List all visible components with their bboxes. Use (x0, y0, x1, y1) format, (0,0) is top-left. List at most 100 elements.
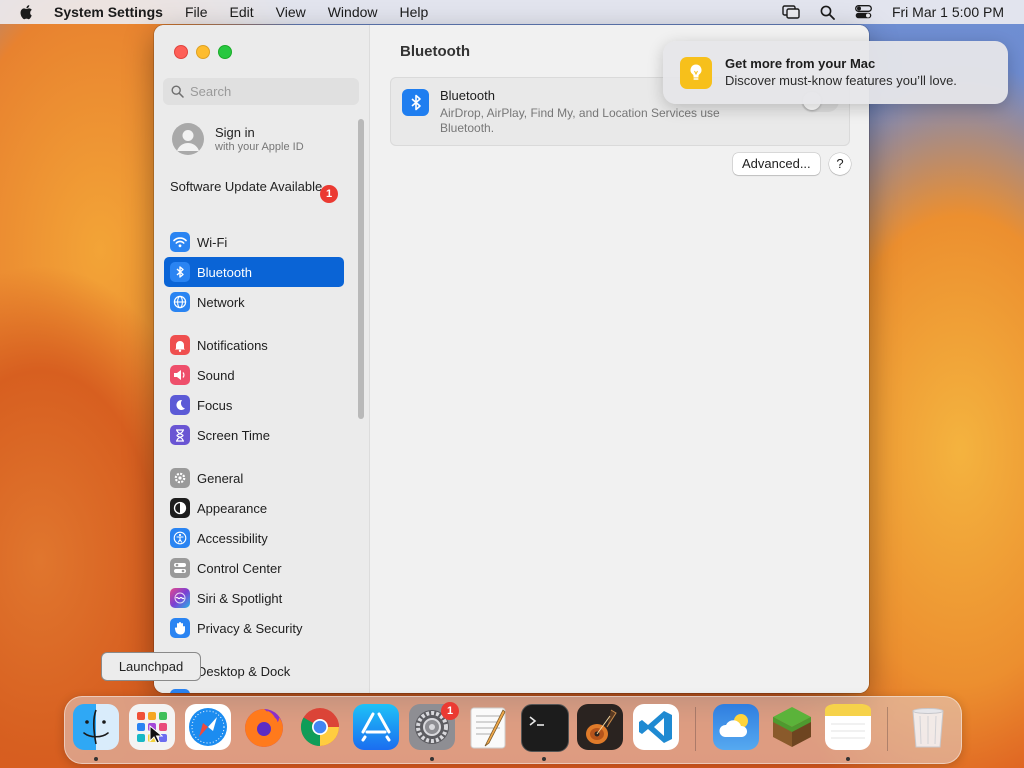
textedit-icon[interactable] (465, 704, 511, 750)
control-center-icon (170, 558, 190, 578)
sidebar-item-partial-icon (170, 689, 190, 693)
close-button[interactable] (174, 45, 188, 59)
spotlight-icon[interactable] (820, 5, 835, 20)
sidebar-item-privacy-security[interactable]: Privacy & Security (164, 613, 344, 643)
sign-in-subtitle: with your Apple ID (215, 141, 304, 153)
settings-badge: 1 (441, 702, 459, 720)
sidebar-item-focus[interactable]: Focus (164, 390, 344, 420)
update-badge: 1 (320, 185, 338, 203)
content-pane: Bluetooth Bluetooth AirDrop, AirPlay, Fi… (370, 25, 869, 693)
tips-lightbulb-icon (680, 57, 712, 89)
menu-edit[interactable]: Edit (230, 4, 254, 20)
hourglass-icon (170, 425, 190, 445)
gear-icon (170, 468, 190, 488)
settings-window: Search Sign in with your Apple ID Softwa… (154, 25, 869, 693)
sidebar-scrollbar[interactable] (358, 119, 364, 419)
sidebar-item-screen-time[interactable]: Screen Time (164, 420, 344, 450)
menu-help[interactable]: Help (400, 4, 429, 20)
notification-banner[interactable]: Get more from your Mac Discover must-kno… (663, 41, 1008, 104)
app-store-icon[interactable] (353, 704, 399, 750)
control-center-icon[interactable] (855, 5, 872, 19)
trash-icon[interactable] (905, 704, 951, 750)
sidebar-item-sound[interactable]: Sound (164, 360, 344, 390)
bluetooth-icon (402, 89, 429, 116)
screen-mirroring-icon[interactable] (782, 5, 800, 19)
avatar-icon (172, 123, 204, 155)
sidebar-item-label: Notifications (197, 337, 268, 353)
weather-icon[interactable] (713, 704, 759, 750)
sidebar-item-bluetooth[interactable]: Bluetooth (164, 257, 344, 287)
garageband-icon[interactable] (577, 704, 623, 750)
software-update-item[interactable]: Software Update Available (170, 179, 340, 195)
vscode-icon[interactable] (633, 704, 679, 750)
sign-in-item[interactable]: Sign in with your Apple ID (172, 123, 304, 155)
firefox-icon[interactable] (241, 704, 287, 750)
notification-body: Discover must-know features you’ll love. (725, 73, 957, 88)
window-controls (174, 45, 232, 59)
globe-icon (170, 292, 190, 312)
advanced-button[interactable]: Advanced... (733, 153, 820, 175)
sign-in-title: Sign in (215, 125, 255, 140)
apple-menu-icon[interactable] (18, 3, 36, 21)
sidebar-item-label: Privacy & Security (197, 620, 303, 636)
sidebar: Search Sign in with your Apple ID Softwa… (154, 25, 370, 693)
bell-icon (170, 335, 190, 355)
dock-separator (695, 707, 696, 751)
sidebar-item-label: Focus (197, 397, 233, 413)
running-indicator (430, 757, 434, 761)
page-title: Bluetooth (400, 43, 470, 60)
siri-icon (170, 588, 190, 608)
sidebar-item-label: Accessibility (197, 530, 268, 546)
menu-bar: System Settings File Edit View Window He… (0, 0, 1024, 24)
finder-icon[interactable] (73, 704, 119, 750)
sidebar-item-network[interactable]: Network (164, 287, 344, 317)
menu-file[interactable]: File (185, 4, 208, 20)
bluetooth-icon (170, 262, 190, 282)
menu-clock[interactable]: Fri Mar 1 5:00 PM (892, 4, 1004, 20)
search-input[interactable]: Search (163, 78, 359, 105)
sidebar-item-accessibility[interactable]: Accessibility (164, 523, 344, 553)
bluetooth-card-title: Bluetooth (440, 88, 495, 103)
sidebar-item-label: Siri & Spotlight (197, 590, 283, 606)
sidebar-item-label: Appearance (197, 500, 268, 516)
wifi-icon (170, 232, 190, 252)
search-icon (171, 85, 184, 98)
mouse-cursor-icon (149, 725, 163, 744)
notes-icon[interactable] (825, 704, 871, 750)
minimize-button[interactable] (196, 45, 210, 59)
sidebar-item-label: Sound (197, 367, 235, 383)
minecraft-icon[interactable] (769, 704, 815, 750)
running-indicator (846, 757, 850, 761)
sidebar-item-general[interactable]: General (164, 463, 344, 493)
sidebar-item-wifi[interactable]: Wi-Fi (164, 227, 344, 257)
menu-window[interactable]: Window (328, 4, 378, 20)
dock-separator (887, 707, 888, 751)
sidebar-item-label: Wi-Fi (197, 234, 228, 250)
bluetooth-card-description: AirDrop, AirPlay, Find My, and Location … (440, 106, 720, 135)
running-indicator (542, 757, 546, 761)
speaker-icon (170, 365, 190, 385)
notification-title: Get more from your Mac (725, 56, 876, 71)
menu-view[interactable]: View (276, 4, 306, 20)
safari-icon[interactable] (185, 704, 231, 750)
sidebar-item-label: General (197, 470, 244, 486)
chrome-icon[interactable] (297, 704, 343, 750)
dock: 1 (64, 696, 962, 764)
sidebar-item-label: Bluetooth (197, 264, 252, 280)
menu-app-name[interactable]: System Settings (54, 4, 163, 20)
running-indicator (94, 757, 98, 761)
zoom-button[interactable] (218, 45, 232, 59)
help-button[interactable]: ? (829, 153, 851, 175)
launchpad-tooltip: Launchpad (101, 652, 201, 681)
sidebar-item-notifications[interactable]: Notifications (164, 330, 344, 360)
sidebar-item-label: Desktop & Dock (197, 663, 291, 679)
moon-icon (170, 395, 190, 415)
sidebar-item-label: Network (197, 294, 245, 310)
accessibility-icon (170, 528, 190, 548)
sidebar-item-label: Screen Time (197, 427, 270, 443)
sidebar-item-appearance[interactable]: Appearance (164, 493, 344, 523)
sidebar-item-siri-spotlight[interactable]: Siri & Spotlight (164, 583, 344, 613)
sidebar-item-control-center[interactable]: Control Center (164, 553, 344, 583)
terminal-icon[interactable] (521, 704, 569, 752)
search-placeholder: Search (190, 84, 232, 99)
